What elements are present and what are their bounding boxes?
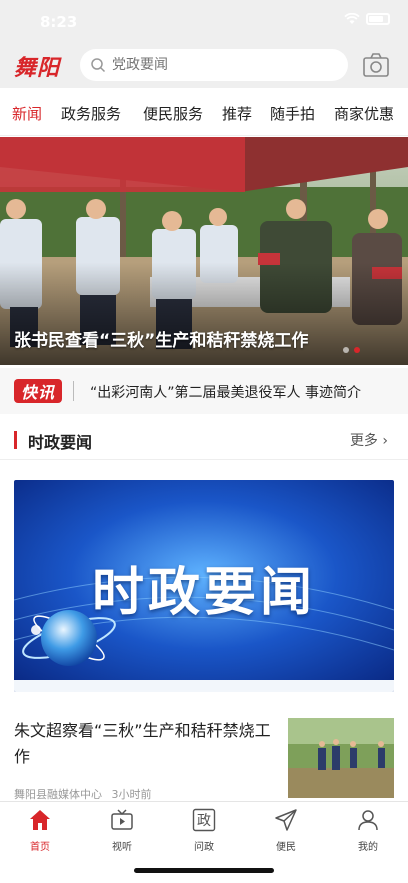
- tab-mine[interactable]: 我的: [338, 808, 398, 853]
- tab-convenience[interactable]: 便民: [256, 808, 316, 853]
- carousel-indicator: [343, 347, 360, 353]
- battery-icon: [366, 13, 390, 25]
- top-bar: 8:23 舞阳: [0, 0, 408, 88]
- section-header: 时政要闻 更多 ›: [0, 420, 408, 460]
- bottom-tab-bar: 首页 视听 政 问政 便民 我的: [0, 801, 408, 857]
- news-flash[interactable]: 快讯 “出彩河南人”第二届最美退役军人 事迹简介: [0, 368, 408, 414]
- flash-badge: 快讯: [14, 379, 62, 403]
- divider: [73, 381, 74, 401]
- feature-title: 时政要闻: [91, 562, 316, 623]
- tab-label: 问政: [194, 842, 214, 853]
- chevron-right-icon: ›: [382, 433, 388, 449]
- news-meta: 舞阳县融媒体中心 3小时前: [14, 786, 152, 802]
- tab-label: 首页: [30, 842, 50, 853]
- news-thumbnail[interactable]: [288, 718, 394, 798]
- section-title: 时政要闻: [28, 433, 93, 452]
- news-time: 3小时前: [111, 788, 152, 801]
- carousel-dot-active[interactable]: [354, 347, 360, 353]
- hero-carousel[interactable]: 张书民查看“三秋”生产和秸秆禁烧工作: [0, 137, 408, 365]
- user-icon: [358, 810, 378, 831]
- tab-public-services[interactable]: 便民服务: [143, 103, 203, 124]
- flash-headline[interactable]: “出彩河南人”第二届最美退役军人 事迹简介: [90, 382, 361, 402]
- tab-label: 我的: [358, 842, 378, 853]
- news-title[interactable]: 朱文超察看“三秋”生产和秸秆禁烧工作: [14, 718, 272, 770]
- tab-inquiry[interactable]: 政 问政: [174, 808, 234, 853]
- home-indicator: [134, 868, 274, 873]
- tab-recommend[interactable]: 推荐: [222, 103, 252, 124]
- carousel-dot[interactable]: [343, 347, 349, 353]
- svg-text:政: 政: [197, 813, 211, 829]
- news-source: 舞阳县融媒体中心: [14, 788, 102, 801]
- tab-label: 便民: [276, 842, 296, 853]
- tab-home[interactable]: 首页: [10, 808, 70, 853]
- hero-caption: 张书民查看“三秋”生产和秸秆禁烧工作: [14, 331, 309, 351]
- tab-media[interactable]: 视听: [92, 808, 152, 853]
- search-input[interactable]: [112, 57, 332, 73]
- home-icon: [30, 810, 50, 830]
- status-time: 8:23: [40, 13, 78, 31]
- category-nav: 新闻 政务服务 便民服务 推荐 随手拍 商家优惠: [0, 88, 408, 136]
- send-icon: [275, 809, 297, 831]
- zheng-icon: 政: [192, 808, 216, 832]
- more-label: 更多: [349, 433, 378, 449]
- tab-news[interactable]: 新闻: [12, 103, 42, 124]
- wifi-icon: [344, 13, 360, 24]
- tab-gov-services[interactable]: 政务服务: [61, 103, 121, 124]
- status-icons: [344, 13, 390, 25]
- feature-banner[interactable]: 时政要闻: [14, 480, 394, 692]
- tab-snapshot[interactable]: 随手拍: [270, 103, 315, 124]
- list-item[interactable]: 朱文超察看“三秋”生产和秸秆禁烧工作 舞阳县融媒体中心 3小时前: [0, 706, 408, 802]
- app-logo[interactable]: 舞阳: [14, 50, 60, 82]
- tab-label: 视听: [112, 842, 132, 853]
- search-bar[interactable]: [80, 49, 348, 81]
- more-link[interactable]: 更多 ›: [350, 430, 388, 450]
- section-accent-bar: [14, 431, 17, 449]
- tab-merchant-deals[interactable]: 商家优惠: [334, 103, 394, 124]
- tv-icon: [111, 809, 133, 830]
- search-icon: [91, 58, 106, 73]
- camera-icon[interactable]: [362, 52, 390, 78]
